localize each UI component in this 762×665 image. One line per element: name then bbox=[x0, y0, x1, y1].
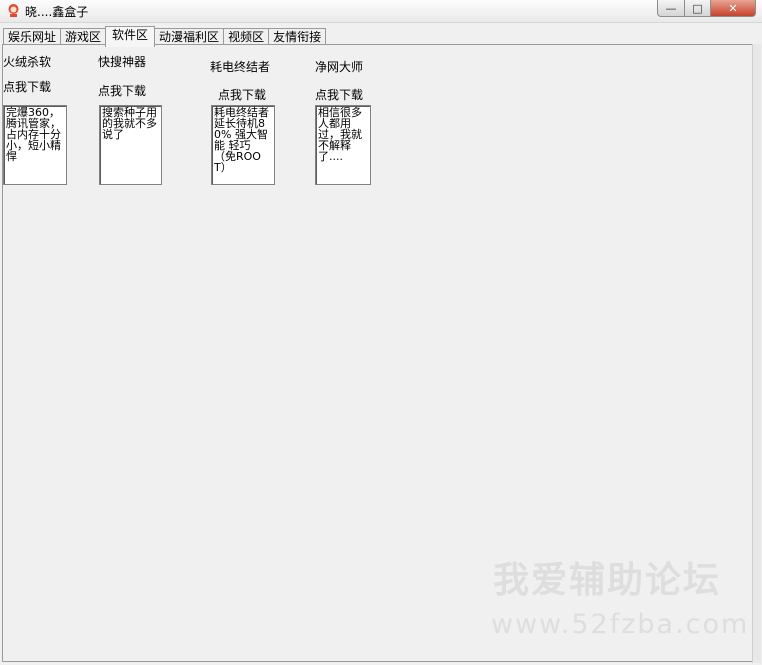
minimize-button[interactable]: — bbox=[657, 0, 685, 17]
description-box[interactable]: 搜索种子用的我就不多说了 bbox=[99, 105, 162, 185]
tab-software[interactable]: 软件区 bbox=[105, 26, 156, 47]
software-name: 净网大师 bbox=[315, 60, 364, 74]
software-name: 快搜神器 bbox=[98, 55, 147, 69]
tab-strip: 娱乐网址 游戏区 软件区 动漫福利区 视频区 友情衔接 bbox=[3, 26, 327, 47]
app-icon bbox=[8, 4, 19, 17]
download-link[interactable]: 点我下载 bbox=[315, 86, 363, 103]
window-title: 晓....鑫盒子 bbox=[25, 5, 89, 19]
right-edge-scrollbar[interactable] bbox=[752, 44, 761, 663]
maximize-button[interactable]: □ bbox=[684, 0, 711, 17]
description-box[interactable]: 完爆360，腾讯管家，占内存十分小，短小精悍 bbox=[3, 105, 67, 185]
watermark-text: 我爱辅助论坛 bbox=[493, 560, 722, 601]
software-name: 火绒杀软 bbox=[3, 55, 52, 69]
description-box[interactable]: 耗电终结者 延长待机80% 强大智能 轻巧（免ROOT） bbox=[211, 105, 275, 185]
watermark-url: www.52fzba.com bbox=[491, 609, 750, 640]
maximize-icon: □ bbox=[692, 1, 703, 15]
close-button[interactable]: ✕ bbox=[710, 0, 756, 17]
minimize-icon: — bbox=[665, 1, 677, 15]
title-bar: 晓....鑫盒子 — □ ✕ bbox=[0, 0, 762, 23]
download-link[interactable]: 点我下载 bbox=[3, 78, 51, 95]
download-link[interactable]: 点我下载 bbox=[218, 86, 266, 103]
close-icon: ✕ bbox=[728, 1, 738, 15]
download-link[interactable]: 点我下载 bbox=[98, 82, 146, 99]
software-name: 耗电终结者 bbox=[210, 60, 271, 74]
description-box[interactable]: 相信很多人都用过，我就不解释了.... bbox=[315, 105, 371, 185]
